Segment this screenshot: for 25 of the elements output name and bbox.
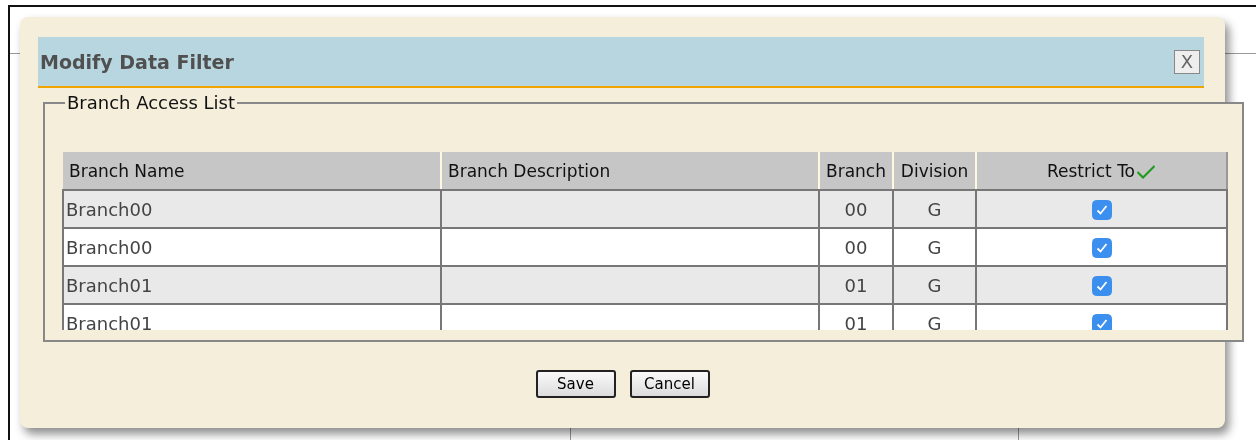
- save-button[interactable]: Save: [535, 370, 616, 398]
- table-cell: G: [893, 190, 976, 228]
- table-cell: Branch00: [63, 228, 441, 266]
- column-header: Branch: [819, 152, 893, 190]
- dialog-title: Modify Data Filter: [40, 50, 234, 73]
- table-cell: G: [893, 228, 976, 266]
- column-header: Division: [893, 152, 976, 190]
- table-cell: 00: [819, 190, 893, 228]
- table-cell: Branch01: [63, 304, 441, 330]
- table-cell: Branch01: [63, 266, 441, 304]
- checkbox[interactable]: [1091, 314, 1112, 330]
- cancel-button[interactable]: Cancel: [629, 370, 710, 398]
- column-header: Restrict To: [976, 152, 1227, 190]
- table-cell: G: [893, 266, 976, 304]
- table-cell: 01: [819, 266, 893, 304]
- close-button[interactable]: X: [1174, 49, 1200, 74]
- column-header: Branch Name: [63, 152, 441, 190]
- checkbox[interactable]: [1091, 276, 1112, 296]
- table-cell: G: [893, 304, 976, 330]
- checkbox[interactable]: [1091, 238, 1112, 258]
- table-cell: 00: [819, 228, 893, 266]
- checkbox[interactable]: [1091, 200, 1112, 220]
- table-cell: 01: [819, 304, 893, 330]
- column-header: Branch Description: [441, 152, 819, 190]
- table-cell: Branch00: [63, 190, 441, 228]
